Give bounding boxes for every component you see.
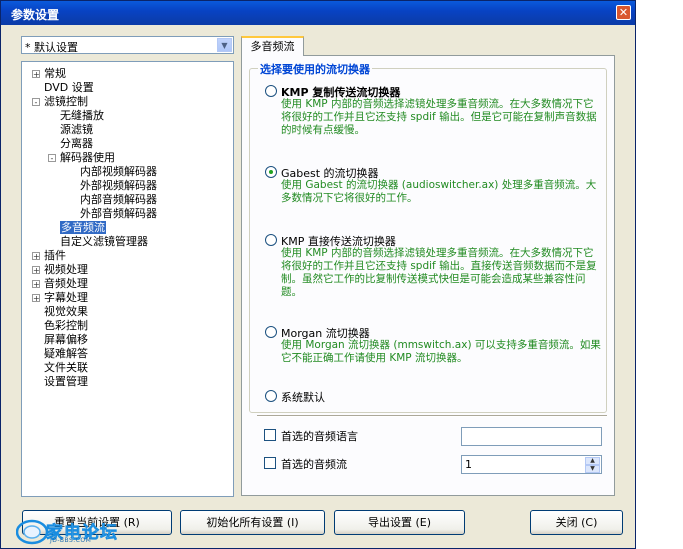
tree-item-label: 屏幕偏移: [44, 333, 88, 346]
tree-item-label: 音频处理: [44, 277, 88, 290]
preferred-stream-spinner[interactable]: 1 ▲ ▼: [461, 455, 602, 474]
tree-item[interactable]: 内部音频解码器: [80, 193, 157, 207]
tree-item[interactable]: 屏幕偏移: [44, 333, 88, 347]
tree-item[interactable]: 字幕处理: [44, 291, 88, 305]
tree-item[interactable]: 文件关联: [44, 361, 88, 375]
tree-item-label: 疑难解答: [44, 347, 88, 360]
preferred-stream-value: 1: [465, 458, 472, 471]
init-all-button[interactable]: 初始化所有设置 (I): [180, 510, 325, 535]
tree-item-label: 多音频流: [60, 221, 106, 234]
tree-expander-icon[interactable]: +: [32, 70, 40, 79]
tree-expander-icon[interactable]: +: [32, 294, 40, 303]
tree-item-label: 自定义滤镜管理器: [60, 235, 148, 248]
switcher-label[interactable]: 系统默认: [281, 389, 325, 405]
export-button[interactable]: 导出设置 (E): [334, 510, 465, 535]
tree-expander-icon[interactable]: -: [32, 98, 40, 107]
logo-icon: [16, 519, 48, 545]
preferred-language-input[interactable]: [461, 427, 602, 446]
switcher-description: 使用 Morgan 流切换器 (mmswitch.ax) 可以支持多重音频流。如…: [281, 339, 601, 364]
close-window-icon[interactable]: ✕: [616, 5, 631, 20]
tree-item-label: 外部视频解码器: [80, 179, 157, 192]
watermark-sub: JD-BBS.COM: [50, 537, 92, 544]
tree-item-label: 源滤镜: [60, 123, 93, 136]
tree-item[interactable]: 滤镜控制: [44, 95, 88, 109]
spinner-buttons[interactable]: ▲ ▼: [585, 457, 600, 474]
preferred-stream-label: 首选的音频流: [281, 458, 347, 471]
preferred-language-checkbox[interactable]: [264, 429, 276, 441]
tree-item-label: 插件: [44, 249, 66, 262]
switcher-radio[interactable]: [265, 166, 277, 178]
tree-expander-icon[interactable]: +: [32, 266, 40, 275]
tree-item-label: 解码器使用: [60, 151, 115, 164]
title-bar[interactable]: 参数设置 ✕: [1, 1, 635, 25]
tree-item[interactable]: 色彩控制: [44, 319, 88, 333]
tree-item[interactable]: 多音频流: [60, 221, 106, 235]
group-title: 选择要使用的流切换器: [258, 61, 372, 77]
switcher-description: 使用 KMP 内部的音频选择滤镜处理多重音频流。在大多数情况下它将很好的工作并且…: [281, 98, 597, 136]
tree-expander-icon[interactable]: -: [48, 154, 56, 163]
tree-item-label: 内部音频解码器: [80, 193, 157, 206]
preset-value: * 默认设置: [25, 41, 78, 54]
switcher-radio[interactable]: [265, 326, 277, 338]
tree-item[interactable]: 无缝播放: [60, 109, 104, 123]
tree-item[interactable]: 解码器使用: [60, 151, 115, 165]
switcher-description: 使用 KMP 内部的音频选择滤镜处理多重音频流。在大多数情况下它将很好的工作并且…: [281, 247, 597, 298]
tab-multi-audio[interactable]: 多音频流: [241, 36, 304, 56]
preset-dropdown[interactable]: * 默认设置 ▼: [21, 36, 234, 54]
close-button[interactable]: 关闭 (C): [530, 510, 623, 535]
preferred-language-label: 首选的音频语言: [281, 430, 358, 443]
tree-item-label: 无缝播放: [60, 109, 104, 122]
tree-item-label: 视频处理: [44, 263, 88, 276]
tree-item[interactable]: 设置管理: [44, 375, 88, 389]
tree-item-label: 字幕处理: [44, 291, 88, 304]
switcher-description: 使用 Gabest 的流切换器 (audioswitcher.ax) 处理多重音…: [281, 179, 597, 204]
switcher-radio[interactable]: [265, 390, 277, 402]
chevron-down-icon[interactable]: ▼: [217, 38, 232, 52]
tree-expander-icon[interactable]: +: [32, 252, 40, 261]
tree-item[interactable]: 外部视频解码器: [80, 179, 157, 193]
tree-item[interactable]: 插件: [44, 249, 66, 263]
tree-item[interactable]: 音频处理: [44, 277, 88, 291]
switcher-radio[interactable]: [265, 85, 277, 97]
spin-down-icon[interactable]: ▼: [585, 465, 600, 473]
settings-tree[interactable]: + 常规 DVD 设置 - 滤镜控制 无缝播放 源滤镜 分离器 - 解码器使用 内部视频解码器 外部视…: [21, 61, 234, 497]
tree-expander-icon[interactable]: +: [32, 280, 40, 289]
tree-item-label: 分离器: [60, 137, 93, 150]
tree-item[interactable]: 疑难解答: [44, 347, 88, 361]
tree-item[interactable]: 分离器: [60, 137, 93, 151]
tree-item[interactable]: 视频处理: [44, 263, 88, 277]
tree-item-label: DVD 设置: [44, 81, 94, 94]
tree-item[interactable]: 源滤镜: [60, 123, 93, 137]
tree-item[interactable]: 视觉效果: [44, 305, 88, 319]
tree-item-label: 视觉效果: [44, 305, 88, 318]
tree-item-label: 常规: [44, 67, 66, 80]
tree-item[interactable]: 外部音频解码器: [80, 207, 157, 221]
tree-item[interactable]: 内部视频解码器: [80, 165, 157, 179]
tree-item-label: 色彩控制: [44, 319, 88, 332]
tree-item[interactable]: DVD 设置: [44, 81, 94, 95]
tree-item-label: 滤镜控制: [44, 95, 88, 108]
tree-item-label: 内部视频解码器: [80, 165, 157, 178]
divider: [257, 415, 607, 417]
tree-item-label: 外部音频解码器: [80, 207, 157, 220]
preferred-stream-checkbox[interactable]: [264, 457, 276, 469]
tree-item-label: 文件关联: [44, 361, 88, 374]
tree-item[interactable]: 自定义滤镜管理器: [60, 235, 148, 249]
tree-item[interactable]: 常规: [44, 67, 66, 81]
switcher-radio[interactable]: [265, 234, 277, 246]
window-title: 参数设置: [11, 8, 60, 22]
tree-item-label: 设置管理: [44, 375, 88, 388]
spin-up-icon[interactable]: ▲: [585, 457, 600, 465]
watermark-logo: 家电论坛 JD-BBS.COM: [16, 518, 126, 546]
